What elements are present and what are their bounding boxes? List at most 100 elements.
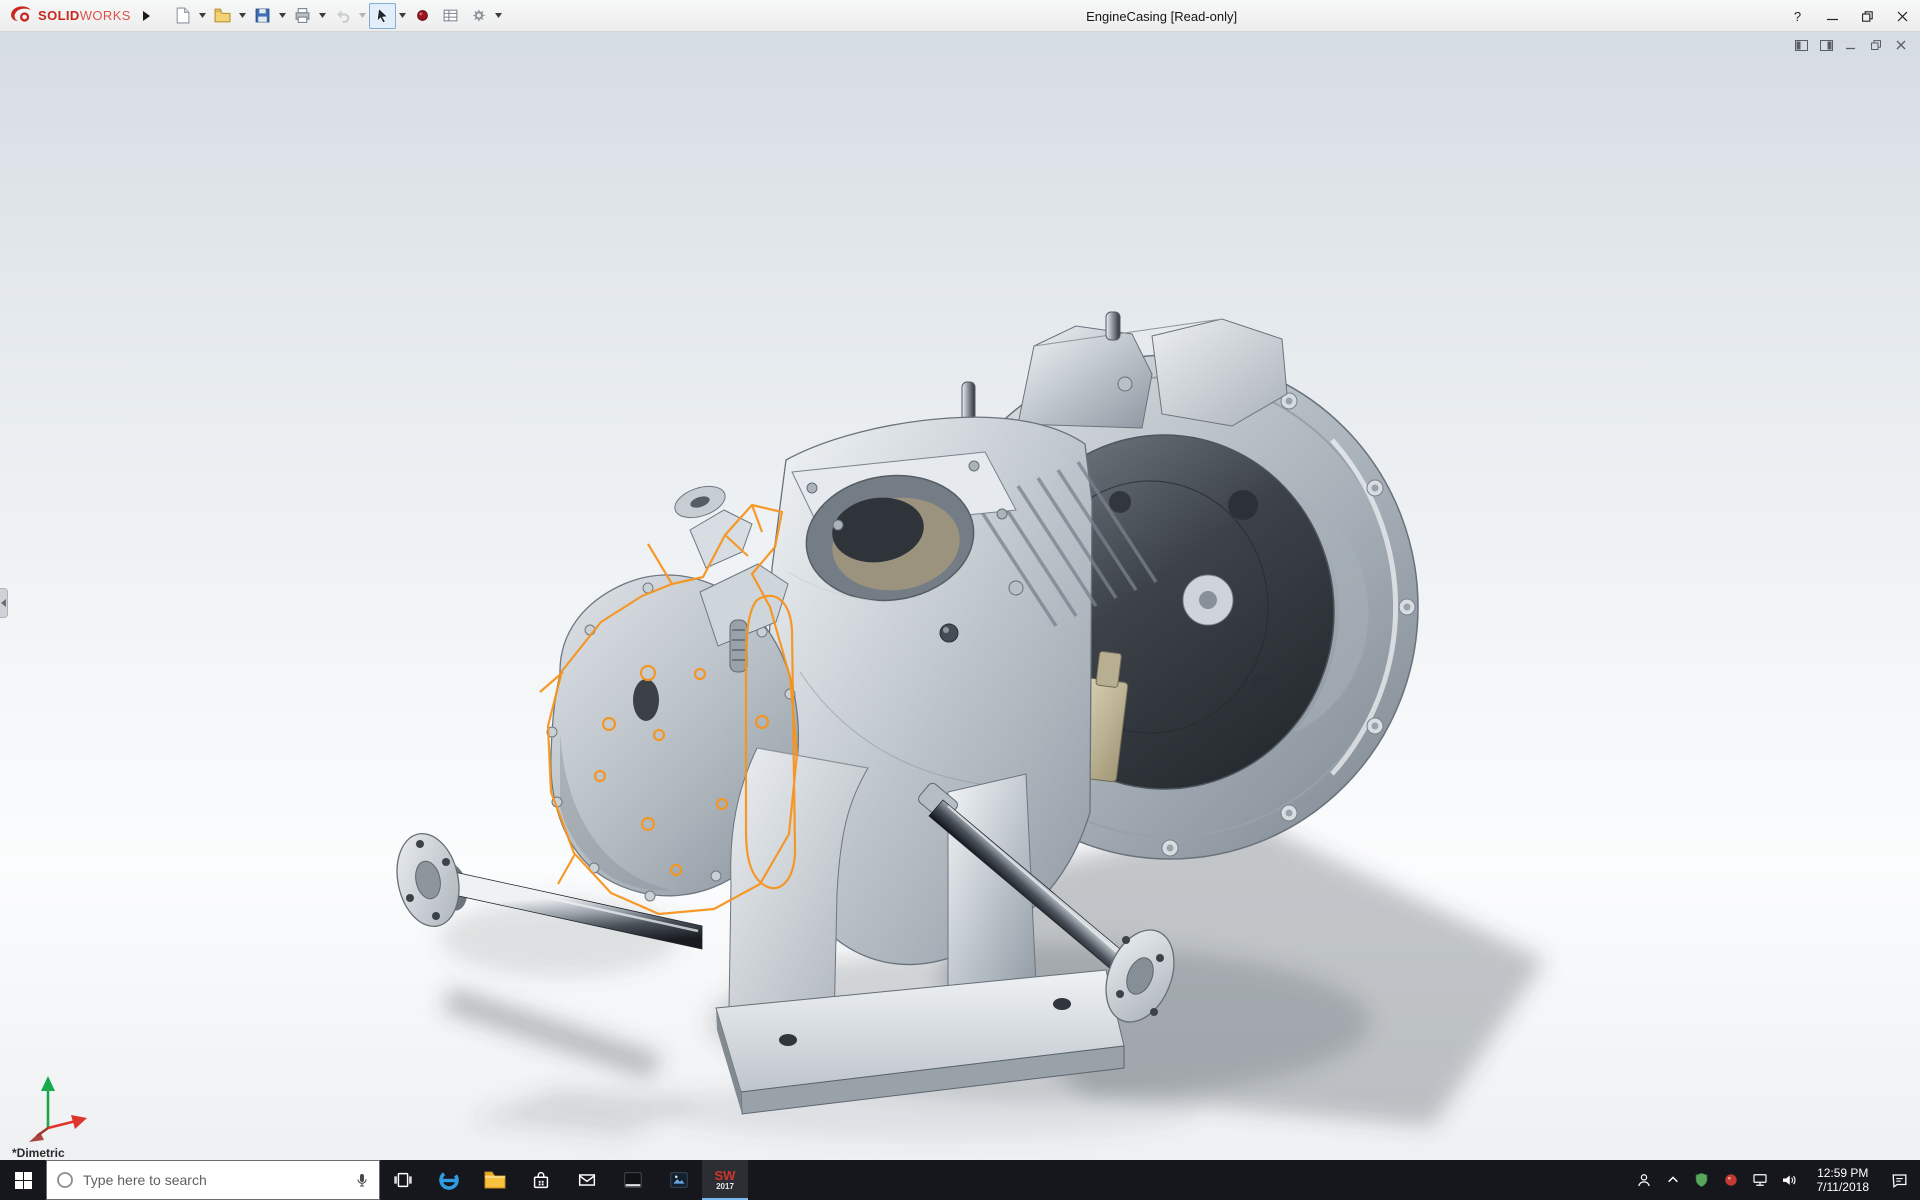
- dock-pane-right-icon: [1819, 39, 1833, 51]
- expand-triangle-icon: [142, 10, 150, 21]
- save-floppy-icon: [255, 8, 270, 23]
- people-button[interactable]: [1635, 1171, 1653, 1189]
- network-tray-button[interactable]: [1751, 1171, 1769, 1189]
- undo-icon: [337, 10, 350, 23]
- window-controls: ?: [1780, 0, 1920, 32]
- console-app-button[interactable]: [610, 1160, 656, 1200]
- search-input[interactable]: [83, 1172, 345, 1188]
- defender-shield-icon: [1695, 1172, 1708, 1188]
- rebuild-icon: [417, 10, 428, 21]
- dock-pane-left-button[interactable]: [1792, 37, 1810, 53]
- cortana-ring-icon: [57, 1172, 73, 1188]
- console-icon: [624, 1172, 642, 1188]
- maximize-button[interactable]: [1850, 0, 1885, 32]
- child-close-button[interactable]: [1892, 37, 1910, 53]
- chevron-down-icon: [358, 13, 366, 18]
- chevron-down-icon: [238, 13, 246, 18]
- select-tool-dropdown[interactable]: [397, 3, 408, 29]
- resource-monitor-icon: [1724, 1174, 1737, 1186]
- graphics-viewport[interactable]: *Dimetric: [0, 32, 1920, 1160]
- select-tool-button[interactable]: [368, 2, 396, 29]
- help-button[interactable]: ?: [1780, 0, 1815, 32]
- defender-tray-button[interactable]: [1693, 1171, 1711, 1189]
- undo-dropdown[interactable]: [357, 3, 368, 29]
- chevron-down-icon: [318, 13, 326, 18]
- new-document-button[interactable]: [169, 3, 196, 29]
- mail-envelope-icon: [578, 1174, 596, 1186]
- action-center-icon: [1891, 1173, 1906, 1188]
- save-dropdown[interactable]: [277, 3, 288, 29]
- photos-icon: [670, 1172, 688, 1188]
- save-button[interactable]: [249, 3, 276, 29]
- chevron-down-icon: [198, 13, 206, 18]
- solidworks-monitor-tray-button[interactable]: [1722, 1171, 1740, 1189]
- taskbar-clock[interactable]: 12:59 PM 7/11/2018: [1808, 1160, 1879, 1200]
- solidworks-swirl-icon: [11, 5, 31, 22]
- minimize-icon: [1845, 47, 1855, 49]
- open-dropdown[interactable]: [237, 3, 248, 29]
- store-button[interactable]: [518, 1160, 564, 1200]
- file-explorer-button[interactable]: [472, 1160, 518, 1200]
- file-properties-icon: [443, 9, 458, 22]
- solidworks-app-icon: SW: [714, 1167, 736, 1183]
- solidworks-wordmark: SOLIDWORKS: [38, 8, 131, 23]
- options-button[interactable]: [465, 3, 492, 29]
- solidworks-logo: SOLIDWORKS: [0, 5, 137, 26]
- view-orientation-label: *Dimetric: [12, 1146, 65, 1160]
- start-button[interactable]: [0, 1160, 46, 1200]
- new-document-dropdown[interactable]: [197, 3, 208, 29]
- child-window-controls: [1792, 37, 1910, 53]
- print-dropdown[interactable]: [317, 3, 328, 29]
- taskbar-search[interactable]: [46, 1160, 380, 1200]
- open-button[interactable]: [209, 3, 236, 29]
- chevron-down-icon: [278, 13, 286, 18]
- edge-browser-button[interactable]: [426, 1160, 472, 1200]
- photos-app-button[interactable]: [656, 1160, 702, 1200]
- engine-casing-model[interactable]: [0, 32, 1920, 1160]
- print-icon: [295, 8, 310, 23]
- taskbar-spacer: [748, 1160, 1625, 1200]
- rebuild-button[interactable]: [409, 3, 436, 29]
- orientation-triad: [29, 1076, 87, 1142]
- document-title: EngineCasing [Read-only]: [1086, 8, 1238, 24]
- microphone-icon[interactable]: [354, 1171, 370, 1189]
- network-icon: [1752, 1174, 1767, 1186]
- menu-expand-arrow[interactable]: [137, 4, 155, 28]
- chevron-down-icon: [494, 13, 502, 18]
- solidworks-app-button[interactable]: SW 2017: [702, 1160, 748, 1200]
- chevron-up-icon: [1667, 1176, 1678, 1183]
- restore-icon: [1862, 10, 1873, 22]
- undo-button[interactable]: [329, 3, 356, 29]
- store-bag-icon: [533, 1172, 549, 1189]
- clock-time: 12:59 PM: [1817, 1166, 1869, 1180]
- close-icon: [1897, 11, 1908, 21]
- new-document-icon: [176, 7, 190, 24]
- show-hidden-icons-button[interactable]: [1664, 1171, 1682, 1189]
- task-view-button[interactable]: [380, 1160, 426, 1200]
- dock-pane-right-button[interactable]: [1817, 37, 1835, 53]
- options-dropdown[interactable]: [493, 3, 504, 29]
- people-icon: [1637, 1174, 1650, 1187]
- clock-date: 7/11/2018: [1816, 1180, 1870, 1194]
- close-icon: [1896, 40, 1905, 49]
- top-bracket[interactable]: [961, 311, 1288, 429]
- print-button[interactable]: [289, 3, 316, 29]
- minimize-icon: [1827, 18, 1838, 20]
- x-axis-arrow: [47, 1119, 77, 1130]
- close-button[interactable]: [1885, 0, 1920, 32]
- child-minimize-button[interactable]: [1842, 37, 1860, 53]
- restore-icon: [1870, 39, 1881, 50]
- edge-icon: [439, 1170, 459, 1190]
- mail-button[interactable]: [564, 1160, 610, 1200]
- dock-pane-left-icon: [1794, 39, 1808, 51]
- minimize-button[interactable]: [1815, 0, 1850, 32]
- child-restore-button[interactable]: [1867, 37, 1885, 53]
- action-center-button[interactable]: [1878, 1160, 1920, 1200]
- taskbar: SW 2017: [0, 1160, 1920, 1200]
- volume-icon: [1782, 1175, 1795, 1185]
- file-properties-button[interactable]: [437, 3, 464, 29]
- titlebar: SOLIDWORKS EngineCasing [Read-only] ?: [0, 0, 1920, 32]
- volume-tray-button[interactable]: [1780, 1171, 1798, 1189]
- open-folder-icon: [214, 8, 231, 23]
- gear-icon: [473, 9, 485, 22]
